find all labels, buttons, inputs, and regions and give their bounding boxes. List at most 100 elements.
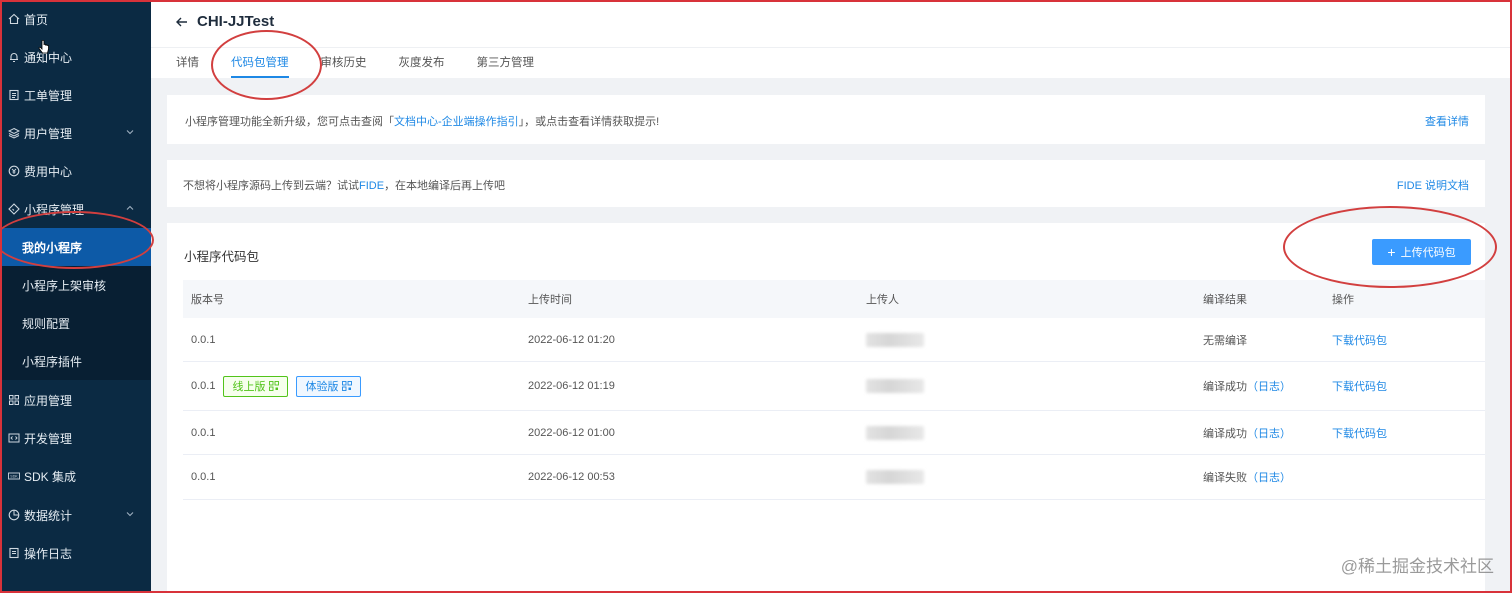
notice-prefix: 不想将小程序源码上传到云端？试试 xyxy=(183,180,359,192)
svg-text:SDK: SDK xyxy=(10,475,18,479)
time-cell: 2022-06-12 01:00 xyxy=(528,426,615,439)
version-cell: 0.0.1 xyxy=(191,333,216,346)
ticket-icon xyxy=(8,89,20,101)
nav-item-home[interactable]: 首页 xyxy=(0,0,151,38)
nav-item-billing[interactable]: 费用中心 xyxy=(0,152,151,190)
button-label: 上传代码包 xyxy=(1400,247,1456,259)
nav-item-dev[interactable]: 开发管理 xyxy=(0,419,151,457)
nav-item-apps[interactable]: 应用管理 xyxy=(0,381,151,419)
nav-label: 小程序管理 xyxy=(24,202,85,217)
code-package-table: 版本号 上传时间 上传人 编译结果 操作 0.0.1 2022-06-12 01… xyxy=(183,280,1485,500)
tab-code-package[interactable]: 代码包管理 xyxy=(231,48,289,78)
main-content: CHI-JJTest 详情 代码包管理 审核历史 灰度发布 第三方管理 小程序管… xyxy=(151,0,1512,593)
watermark: @稀土掘金技术社区 xyxy=(1340,557,1494,576)
nav-item-tickets[interactable]: 工单管理 xyxy=(0,76,151,114)
sidebar: 首页 通知中心 工单管理 用户管理 费用中心 小程序管理 我的小程序 小程序上架… xyxy=(0,0,151,593)
notice-upgrade: 小程序管理功能全新升级，您可点击查阅「文档中心-企业端操作指引」，或点击查看详情… xyxy=(167,95,1485,144)
plus-icon: + xyxy=(1387,244,1396,260)
result-cell: 编译成功 （日志） xyxy=(1203,362,1291,410)
nav-item-stats[interactable]: 数据统计 xyxy=(0,496,151,534)
redacted-uploader xyxy=(866,425,924,440)
nav-subitem-my-miniprogram[interactable]: 我的小程序 xyxy=(0,228,151,266)
grid-icon xyxy=(8,394,20,406)
nav-label: 开发管理 xyxy=(24,431,73,446)
uploader-cell xyxy=(866,455,924,499)
doc-center-link[interactable]: 文档中心-企业端操作指引 xyxy=(394,116,519,128)
nav-item-miniprogram[interactable]: 小程序管理 xyxy=(0,190,151,228)
column-header: 上传时间 xyxy=(528,294,572,306)
compile-result: 编译成功 xyxy=(1203,381,1247,393)
time-cell: 2022-06-12 01:20 xyxy=(528,333,615,346)
nav-item-sdk[interactable]: SDK SDK 集成 xyxy=(0,457,151,495)
table-header: 版本号 上传时间 上传人 编译结果 操作 xyxy=(183,280,1485,318)
column-header: 版本号 xyxy=(191,294,224,306)
page-title: CHI-JJTest xyxy=(197,13,275,30)
notice-suffix: 」，或点击查看详情获取提示! xyxy=(518,116,660,128)
fide-link[interactable]: FIDE xyxy=(359,180,384,192)
log-icon xyxy=(8,547,20,559)
version-cell: 0.0.1 xyxy=(191,426,216,439)
redacted-uploader xyxy=(866,379,924,393)
notice-text: 不想将小程序源码上传到云端？试试FIDE，在本地编译后再上传吧 xyxy=(183,177,505,193)
online-version-tag[interactable]: 线上版 xyxy=(223,375,289,397)
log-link[interactable]: （日志） xyxy=(1247,469,1291,485)
nav-subitem-rules[interactable]: 规则配置 xyxy=(0,304,151,342)
notice-fide: 不想将小程序源码上传到云端？试试FIDE，在本地编译后再上传吧 FIDE 说明文… xyxy=(167,160,1485,207)
nav-item-logs[interactable]: 操作日志 xyxy=(0,534,151,572)
uploader-cell xyxy=(866,318,924,361)
column-header: 编译结果 xyxy=(1203,294,1247,306)
nav-label: 首页 xyxy=(24,12,49,27)
nav-subitem-plugins[interactable]: 小程序插件 xyxy=(0,342,151,380)
table-row: 0.0.1 2022-06-12 01:20 无需编译 下载代码包 xyxy=(183,318,1485,362)
notice-prefix: 小程序管理功能全新升级，您可点击查阅「 xyxy=(185,116,394,128)
qrcode-icon xyxy=(342,381,353,391)
compile-result: 无需编译 xyxy=(1203,334,1247,347)
action-cell: 下载代码包 xyxy=(1332,411,1387,454)
code-icon xyxy=(8,432,20,444)
nav-item-users[interactable]: 用户管理 xyxy=(0,114,151,152)
redacted-uploader xyxy=(866,470,924,484)
nav-item-notifications[interactable]: 通知中心 xyxy=(0,38,151,76)
column-header: 操作 xyxy=(1332,294,1354,306)
nav-label: SDK 集成 xyxy=(24,469,77,484)
download-code-package-link[interactable]: 下载代码包 xyxy=(1332,378,1387,394)
table-row: 0.0.1 2022-06-12 01:00 编译成功 （日志） 下载代码包 xyxy=(183,411,1485,455)
sdk-icon: SDK xyxy=(8,470,20,482)
chevron-down-icon xyxy=(126,512,134,517)
home-icon xyxy=(8,13,20,25)
tab-details[interactable]: 详情 xyxy=(176,48,199,78)
result-cell: 编译成功 （日志） xyxy=(1203,411,1291,454)
redacted-uploader xyxy=(866,332,924,347)
pie-chart-icon xyxy=(8,509,20,521)
chevron-down-icon xyxy=(126,130,134,135)
time-cell: 2022-06-12 00:53 xyxy=(528,471,615,483)
notice-text: 小程序管理功能全新升级，您可点击查阅「文档中心-企业端操作指引」，或点击查看详情… xyxy=(185,113,659,129)
nav-subitem-review[interactable]: 小程序上架审核 xyxy=(0,266,151,304)
log-link[interactable]: （日志） xyxy=(1247,378,1291,394)
fide-docs-link[interactable]: FIDE 说明文档 xyxy=(1397,177,1469,193)
table-row: 0.0.1 线上版 体验版 2022-06-12 01:19 编译成功 （日志） … xyxy=(183,362,1485,411)
tab-third-party[interactable]: 第三方管理 xyxy=(477,48,535,78)
table-row: 0.0.1 2022-06-12 00:53 编译失败 （日志） xyxy=(183,455,1485,500)
log-link[interactable]: （日志） xyxy=(1247,425,1291,441)
time-cell: 2022-06-12 01:19 xyxy=(528,380,615,392)
nav-label: 数据统计 xyxy=(24,508,73,523)
notice-suffix: ，在本地编译后再上传吧 xyxy=(384,180,506,192)
uploader-cell xyxy=(866,362,924,410)
download-code-package-link[interactable]: 下载代码包 xyxy=(1332,332,1387,348)
nav-label: 小程序上架审核 xyxy=(22,278,107,293)
view-details-link[interactable]: 查看详情 xyxy=(1425,113,1469,129)
tab-gray-release[interactable]: 灰度发布 xyxy=(399,48,445,78)
tab-review-history[interactable]: 审核历史 xyxy=(321,48,367,78)
trial-version-tag[interactable]: 体验版 xyxy=(296,375,362,397)
back-link[interactable]: CHI-JJTest xyxy=(175,13,274,30)
action-cell: 下载代码包 xyxy=(1332,362,1387,410)
uploader-cell xyxy=(866,411,924,454)
section-title: 小程序代码包 xyxy=(184,250,260,264)
qrcode-icon xyxy=(269,381,280,391)
hand-cursor-icon xyxy=(38,40,49,54)
column-header: 上传人 xyxy=(866,294,899,306)
upload-code-package-button[interactable]: + 上传代码包 xyxy=(1372,239,1471,265)
nav-label: 小程序插件 xyxy=(22,354,83,369)
download-code-package-link[interactable]: 下载代码包 xyxy=(1332,425,1387,441)
